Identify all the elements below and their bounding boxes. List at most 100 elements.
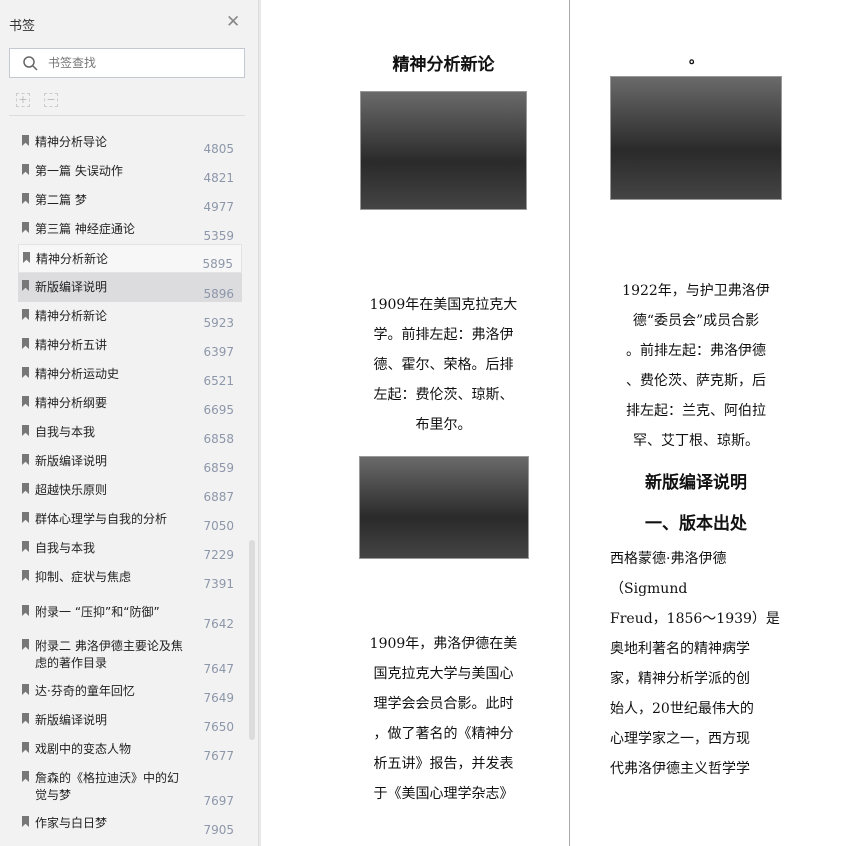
bookmark-label: 群体心理学与自我的分析	[35, 512, 168, 526]
search-icon	[23, 55, 38, 71]
punctuation: 。	[689, 51, 703, 67]
bookmark-item[interactable]: 群体心理学与自我的分析 7050	[18, 505, 242, 534]
page-divider	[569, 0, 570, 846]
bookmark-item[interactable]: 精神分析五讲 6397	[18, 331, 242, 360]
text-line: 奥地利著名的精神病学	[610, 641, 750, 657]
bookmark-icon	[22, 605, 29, 616]
bookmark-page: 5923	[203, 316, 234, 330]
bookmark-item[interactable]: 精神分析导论 4805	[18, 128, 242, 157]
body-text: 西格蒙德·弗洛伊德 （Sigmund Freud，1856～1939）是 奥地利著名的…	[606, 544, 786, 784]
text-line: 始人，20世纪最伟大的	[610, 701, 754, 717]
bookmark-page: 5896	[203, 287, 234, 301]
bookmark-page: 6887	[203, 490, 234, 504]
close-icon[interactable]: ✕	[226, 14, 240, 31]
bookmark-item[interactable]: 自我与本我 7229	[18, 534, 242, 563]
bookmark-item[interactable]: 戏剧中的变态人物 7677	[18, 735, 242, 764]
subsection-heading: 一、版本出处	[645, 514, 747, 534]
bookmark-page: 6695	[203, 403, 234, 417]
text-line: Freud，1856～1939）是	[610, 611, 780, 627]
collapse-all-icon[interactable]: −	[44, 93, 58, 107]
bookmark-item[interactable]: 第三篇 神经症通论 5359	[18, 215, 242, 244]
bookmark-page: 7391	[203, 577, 234, 591]
text-line: 排左起：兰克、阿伯拉	[626, 403, 766, 419]
text-line: 析五讲》报告，并发表	[373, 756, 514, 772]
bookmark-item[interactable]: 精神分析运动史 6521	[18, 360, 242, 389]
bookmark-icon	[22, 713, 29, 724]
bookmark-item[interactable]: 抑制、症状与焦虑 7391	[18, 563, 242, 592]
bookmark-search[interactable]	[9, 48, 245, 78]
bookmark-item[interactable]: 詹森的《格拉迪沃》中的幻觉与梦 7697	[18, 764, 242, 809]
bookmark-item[interactable]: 超越快乐原则 6887	[18, 476, 242, 505]
bookmark-item[interactable]: 附录二 弗洛伊德主要论及焦虑的著作目录 7647	[18, 632, 242, 677]
bookmark-item[interactable]: 作家与白日梦 7905	[18, 809, 242, 838]
scrollbar[interactable]	[249, 540, 255, 740]
bookmark-page: 6858	[203, 432, 234, 446]
bookmark-label: 新版编译说明	[35, 454, 108, 468]
text-line: 德“委员会”成员合影	[632, 313, 760, 329]
bookmark-label: 达·芬奇的童年回忆	[35, 684, 135, 698]
text-line: 西格蒙德·弗洛伊德	[610, 551, 727, 567]
divider	[9, 115, 245, 116]
text-line: 左起：费伦茨、琼斯、	[373, 387, 514, 403]
text-line: （Sigmund	[610, 581, 688, 597]
bookmark-item[interactable]: 新版编译说明 5896	[18, 273, 242, 302]
bookmark-label: 精神分析导论	[35, 135, 108, 149]
bookmark-item[interactable]: 新版编译说明 6859	[18, 447, 242, 476]
bookmark-item[interactable]: 第二篇 梦 4977	[18, 186, 242, 215]
bookmark-icon	[22, 483, 29, 494]
bookmark-icon	[22, 570, 29, 581]
bookmark-label: 第二篇 梦	[35, 193, 87, 207]
group-photo-clark	[358, 456, 529, 559]
document-view: 精神分析新论 1909年在美国克拉克大 学。前排左起：弗洛伊 德、霍尔、荣格。后排左…	[261, 0, 853, 846]
bookmark-label: 第三篇 神经症通论	[35, 222, 135, 236]
page-title: 精神分析新论	[392, 55, 495, 75]
bookmark-page: 4805	[203, 142, 234, 156]
bookmark-icon	[22, 454, 29, 465]
bookmark-item[interactable]: 精神分析纲要 6695	[18, 389, 242, 418]
bookmark-page: 7650	[203, 720, 234, 734]
text-line: 1909年，弗洛伊德在美	[369, 636, 518, 652]
bookmark-label: 精神分析运动史	[35, 367, 120, 381]
text-line: 罕、艾丁根、琼斯。	[633, 433, 759, 449]
bookmark-icon	[22, 742, 29, 753]
bookmark-page: 6859	[203, 461, 234, 475]
expand-all-icon[interactable]: +	[16, 93, 30, 107]
section-heading: 新版编译说明	[645, 473, 747, 493]
bookmark-page: 7229	[203, 548, 234, 562]
bookmark-item[interactable]: 精神分析新论 5895	[18, 244, 242, 273]
bookmark-label: 第一篇 失误动作	[35, 164, 123, 178]
bookmark-page: 7050	[203, 519, 234, 533]
photo-caption: 1909年在美国克拉克大 学。前排左起：弗洛伊 德、霍尔、荣格。后排 左起：费伦茨、琼…	[351, 290, 536, 440]
group-photo-1909	[360, 91, 527, 210]
text-line: 、费伦茨、萨克斯，后	[626, 373, 766, 389]
bookmark-item[interactable]: 自我与本我 6858	[18, 418, 242, 447]
bookmark-page: 6397	[203, 345, 234, 359]
text-line: ，做了著名的《精神分	[373, 726, 514, 742]
text-line: 家，精神分析学派的创	[610, 671, 750, 687]
bookmark-label: 新版编译说明	[35, 713, 108, 727]
bookmark-item[interactable]: 达·芬奇的童年回忆 7649	[18, 677, 242, 706]
bookmark-icon	[22, 396, 29, 407]
text-line: 。前排左起：弗洛伊德	[626, 343, 766, 359]
bookmark-icon	[22, 193, 29, 204]
bookmark-icon	[22, 512, 29, 523]
panel-title: 书签	[9, 19, 36, 34]
bookmark-label: 作家与白日梦	[35, 816, 108, 830]
bookmark-panel: 书签 ✕ + − 精神分析导论 4805 第一篇 失误动作 4821 第二篇 梦 4977…	[0, 0, 259, 846]
bookmark-icon	[22, 367, 29, 378]
search-input[interactable]	[48, 56, 218, 70]
right-page: 。 1922年，与护卫弗洛伊 德“委员会”成员合影 。前排左起：弗洛伊德 、费伦茨、萨…	[606, 0, 786, 784]
bookmark-icon	[22, 425, 29, 436]
bookmark-page: 7677	[203, 749, 234, 763]
bookmark-label: 自我与本我	[35, 425, 96, 439]
bookmark-item[interactable]: 第一篇 失误动作 4821	[18, 157, 242, 186]
bookmark-page: 7649	[203, 691, 234, 705]
bookmark-item[interactable]: 新版编译说明 7650	[18, 706, 242, 735]
bookmark-icon	[22, 309, 29, 320]
bookmark-icon	[22, 164, 29, 175]
text-line: 布里尔。	[415, 417, 472, 433]
bookmark-label: 精神分析五讲	[35, 338, 108, 352]
bookmark-item[interactable]: 精神分析新论 5923	[18, 302, 242, 331]
bookmark-item[interactable]: 附录一 “压抑”和“防御” 7642	[18, 592, 242, 632]
bookmark-icon	[22, 684, 29, 695]
